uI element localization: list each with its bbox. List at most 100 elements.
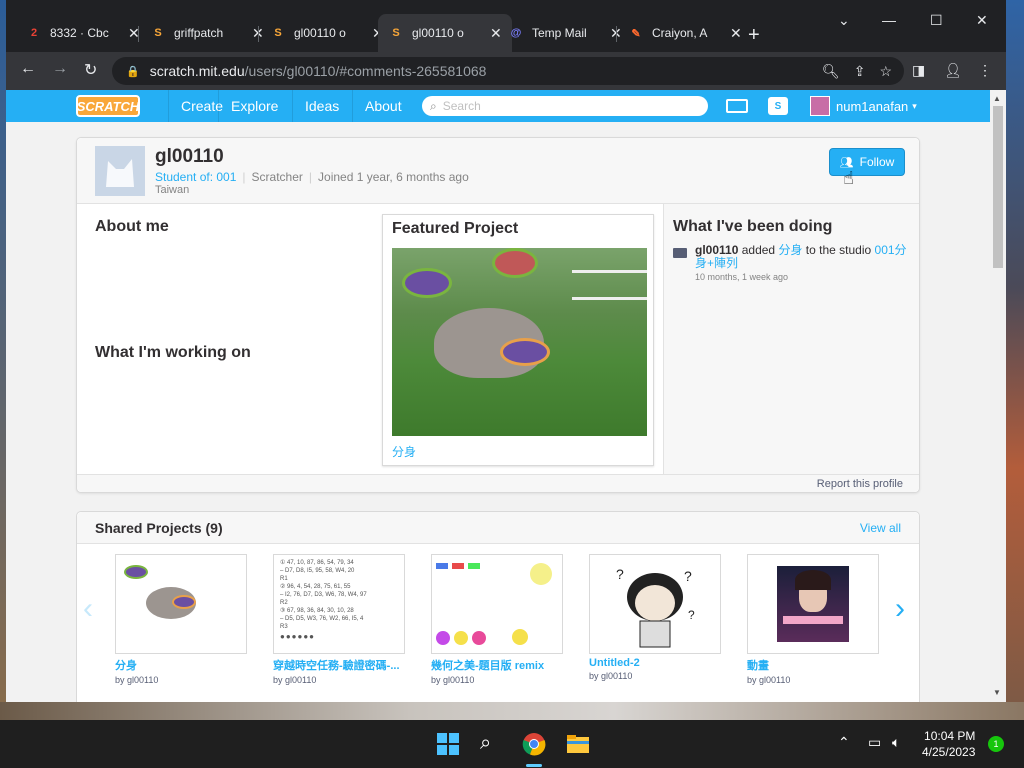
system-clock[interactable]: 10:04 PM 4/25/2023	[922, 728, 975, 760]
browser-tab[interactable]: @ Temp Mail ✕	[498, 14, 632, 52]
desktop-background	[0, 702, 1024, 720]
messages-icon[interactable]	[726, 99, 748, 113]
project-card[interactable]: ① 47, 10, 87, 86, 54, 79, 34 – D7, D8, I…	[273, 554, 405, 685]
carousel-prev-icon[interactable]: ‹	[83, 592, 93, 626]
chevron-up-icon[interactable]: ⌃	[838, 734, 850, 751]
thumb-text: ③ 67, 98, 36, 84, 30, 10, 28	[280, 608, 354, 614]
zoom-icon[interactable]: 🔍︎	[822, 63, 840, 80]
project-card[interactable]: 幾何之美-題目版 remix by gl00110	[431, 554, 563, 685]
tab-title: gl00110 o	[294, 26, 346, 40]
project-title[interactable]: 分身	[115, 657, 245, 673]
project-title[interactable]: 幾何之美-題目版 remix	[431, 657, 561, 673]
project-thumbnail[interactable]	[115, 554, 247, 654]
page-scrollbar[interactable]: ▲ ▼	[990, 90, 1006, 702]
browser-tab[interactable]: ✎ Craiyon, A ✕	[618, 14, 752, 52]
report-profile-link[interactable]: Report this profile	[817, 478, 903, 490]
project-card[interactable]: 動畫 by gl00110	[747, 554, 879, 685]
tab-title: 8332 · Cbc	[50, 26, 109, 40]
taskbar: ⌕ ⌃ ▭ 🔈︎ 10:04 PM 4/25/2023 1	[0, 720, 1024, 768]
activity-user[interactable]: gl00110	[695, 243, 738, 257]
thumb-text: R1	[280, 576, 288, 582]
browser-tab[interactable]: S gl00110 o ✕	[260, 14, 394, 52]
nav-about[interactable]: About	[352, 90, 414, 122]
featured-heading: Featured Project	[392, 220, 519, 237]
bookmark-star-icon[interactable]: ☆	[879, 63, 892, 80]
project-thumbnail[interactable]	[431, 554, 563, 654]
activity-heading: What I've been doing	[673, 218, 833, 235]
project-author[interactable]: by gl00110	[431, 675, 563, 685]
side-panel-icon[interactable]: ◨	[912, 62, 925, 79]
browser-tab[interactable]: 2 8332 · Cbc ✕	[16, 14, 150, 52]
menu-kebab-icon[interactable]: ⋮	[978, 62, 992, 79]
project-author[interactable]: by gl00110	[747, 675, 879, 685]
project-thumbnail[interactable]: ① 47, 10, 87, 86, 54, 79, 34 – D7, D8, I…	[273, 554, 405, 654]
shared-projects-box: Shared Projects (9) View all ‹ › 分身 by g…	[76, 511, 920, 702]
back-icon[interactable]: ←	[20, 60, 36, 78]
close-window-icon[interactable]: ✕	[976, 12, 988, 29]
featured-thumbnail[interactable]	[392, 248, 647, 436]
minimize-icon[interactable]: —	[882, 12, 896, 28]
new-tab-icon[interactable]: +	[748, 24, 760, 47]
lock-icon[interactable]: 🔒	[126, 65, 140, 78]
activity-mid: to the studio	[805, 243, 872, 257]
about-me-heading: About me	[95, 218, 169, 235]
network-icon[interactable]: ▭	[868, 734, 881, 751]
project-card[interactable]: ? ? ? Untitled-2 by gl00110	[589, 554, 721, 681]
clock-time: 10:04 PM	[924, 729, 976, 743]
chrome-icon[interactable]	[522, 732, 546, 756]
project-thumbnail[interactable]: ? ? ?	[589, 554, 721, 654]
profile-box: gl00110 Student of: 001 | Scratcher | Jo…	[76, 137, 920, 493]
scroll-up-icon[interactable]: ▲	[993, 94, 1001, 103]
thumb-text: – D7, D8, I5, 95, 58, W4, 20	[280, 568, 355, 574]
file-explorer-icon[interactable]	[566, 732, 590, 756]
project-author[interactable]: by gl00110	[273, 675, 405, 685]
svg-text:?: ?	[616, 566, 624, 582]
project-title[interactable]: 動畫	[747, 657, 877, 673]
project-author[interactable]: by gl00110	[115, 675, 247, 685]
my-stuff-icon[interactable]: S	[768, 97, 788, 115]
browser-tab-active[interactable]: S gl00110 o ✕	[378, 14, 512, 52]
account-menu[interactable]: num1anafan ▾	[836, 90, 917, 122]
browser-tab[interactable]: S griffpatch ✕	[140, 14, 274, 52]
project-card[interactable]: 分身 by gl00110	[115, 554, 247, 685]
activity-verb: added	[741, 243, 776, 257]
url-field[interactable]: 🔒 scratch.mit.edu/users/gl00110/#comment…	[112, 57, 904, 85]
student-of-link[interactable]: Student of: 001	[155, 170, 236, 184]
clock-date: 4/25/2023	[922, 745, 976, 759]
scrollbar-thumb[interactable]	[993, 106, 1003, 268]
search-icon[interactable]: ⌕	[480, 732, 504, 756]
project-author[interactable]: by gl00110	[589, 671, 721, 681]
maximize-icon[interactable]: ☐	[930, 12, 943, 29]
carousel-next-icon[interactable]: ›	[895, 592, 905, 626]
profile-icon[interactable]: 👤︎	[944, 62, 962, 79]
tab-favicon-icon: S	[392, 27, 400, 39]
avatar[interactable]	[810, 96, 830, 116]
tab-search-chevron-icon[interactable]: ⌄	[838, 12, 850, 29]
profile-avatar	[95, 146, 145, 196]
windows-start-icon[interactable]	[436, 732, 460, 756]
featured-project-link[interactable]: 分身	[392, 443, 416, 460]
search-input[interactable]: ⌕ Search	[422, 96, 708, 116]
hand-cursor-icon: ☝︎	[843, 168, 854, 188]
activity-time: 10 months, 1 week ago	[695, 272, 789, 282]
activity-project-link[interactable]: 分身	[778, 243, 802, 257]
project-title[interactable]: Untitled-2	[589, 657, 719, 669]
project-title[interactable]: 穿越時空任務-驗證密碼-...	[273, 657, 403, 673]
notification-badge[interactable]: 1	[988, 736, 1004, 752]
volume-icon[interactable]: 🔈︎	[892, 734, 900, 751]
nav-ideas[interactable]: Ideas	[292, 90, 351, 122]
forward-icon[interactable]: →	[52, 60, 68, 78]
scratch-navbar: SCRATCH Create Explore Ideas About ⌕ Sea…	[6, 90, 990, 122]
view-all-link[interactable]: View all	[860, 521, 901, 535]
scratch-logo[interactable]: SCRATCH	[76, 95, 140, 117]
thumb-text: – D5, D5, W3, 76, W2, 66, I5, 4	[280, 616, 364, 622]
account-username: num1anafan	[836, 98, 909, 114]
share-icon[interactable]: ⇪	[854, 63, 866, 80]
follow-button[interactable]: 👥︎ Follow	[829, 148, 905, 176]
scroll-down-icon[interactable]: ▼	[993, 688, 1001, 697]
nav-explore[interactable]: Explore	[218, 90, 290, 122]
reload-icon[interactable]: ↻	[84, 60, 97, 80]
close-tab-icon[interactable]: ✕	[730, 25, 742, 42]
project-thumbnail[interactable]	[747, 554, 879, 654]
shared-projects-title: Shared Projects (9)	[95, 520, 223, 536]
